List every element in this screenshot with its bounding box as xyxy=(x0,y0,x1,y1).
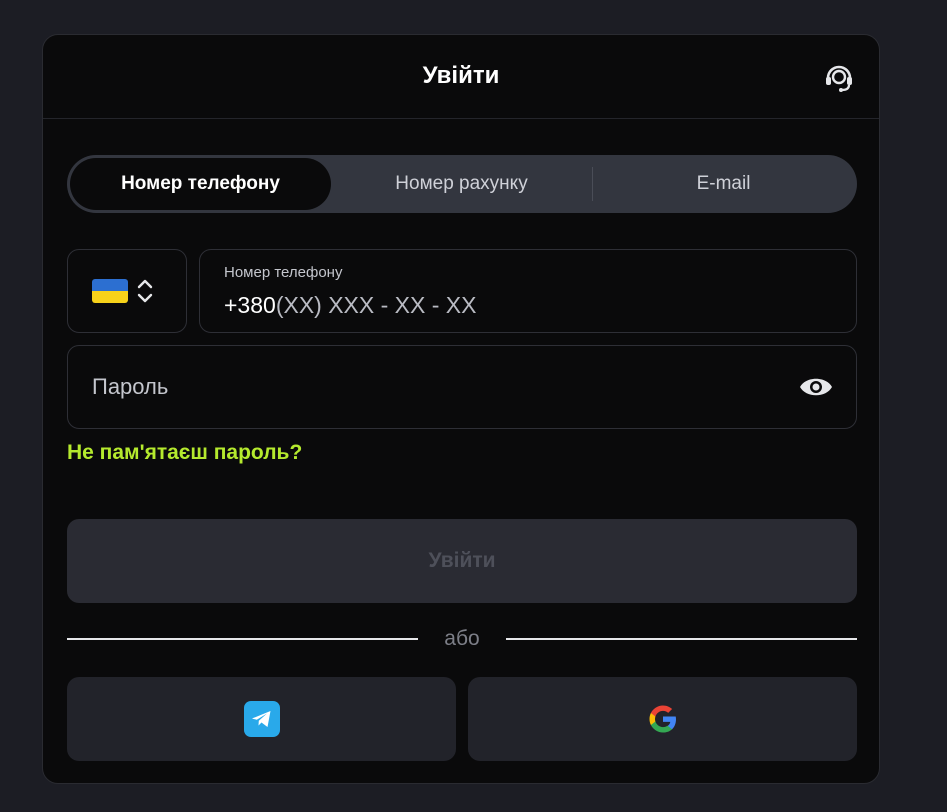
phone-prefix: +380 xyxy=(224,292,276,318)
modal-title: Увійти xyxy=(422,62,500,89)
eye-icon xyxy=(800,378,832,396)
phone-number-label: Номер телефону xyxy=(224,264,343,281)
headset-support-icon xyxy=(826,65,852,92)
chevron-up-down-icon xyxy=(137,279,153,303)
password-placeholder: Пароль xyxy=(92,374,169,399)
login-modal: Увійти Номер телефону Номер рахунку E-ma… xyxy=(42,34,880,784)
phone-mask: (XX) XXX - XX - XX xyxy=(275,292,477,318)
tab-email[interactable]: E-mail xyxy=(593,158,854,210)
ukraine-flag-icon xyxy=(92,279,128,303)
google-login-button[interactable] xyxy=(468,677,857,761)
phone-number-value: +380(XX) XXX - XX - XX xyxy=(224,292,476,319)
password-input[interactable]: Пароль xyxy=(67,345,857,429)
support-button[interactable] xyxy=(821,59,857,95)
tab-account-number[interactable]: Номер рахунку xyxy=(331,158,592,210)
country-code-select[interactable] xyxy=(67,249,187,333)
google-icon xyxy=(649,705,676,733)
telegram-login-button[interactable] xyxy=(67,677,456,761)
divider-line-right xyxy=(506,638,857,640)
telegram-icon xyxy=(243,701,280,737)
phone-number-input[interactable]: Номер телефону +380(XX) XXX - XX - XX xyxy=(199,249,857,333)
login-button[interactable]: Увійти xyxy=(67,519,857,603)
login-method-tabs: Номер телефону Номер рахунку E-mail xyxy=(67,155,857,213)
show-password-button[interactable] xyxy=(798,371,834,403)
or-divider: або xyxy=(67,627,857,651)
tab-phone-number[interactable]: Номер телефону xyxy=(70,158,331,210)
forgot-password-link[interactable]: Не пам'ятаєш пароль? xyxy=(67,441,302,465)
modal-header: Увійти xyxy=(43,35,879,119)
